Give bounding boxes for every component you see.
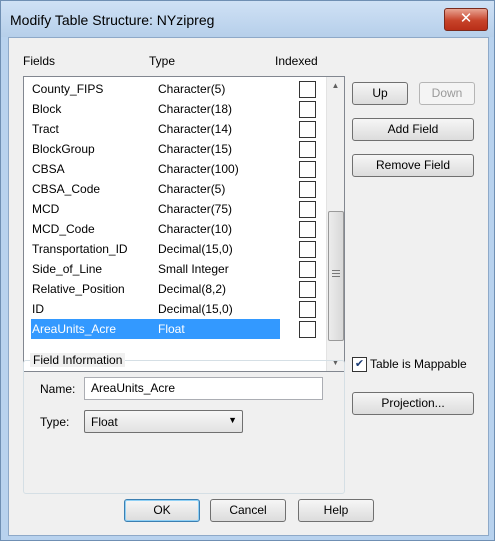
type-label: Type: [40, 415, 70, 429]
table-row[interactable]: CBSA Character(100) [24, 159, 327, 179]
remove-field-button[interactable]: Remove Field [352, 154, 474, 177]
field-name: MCD [32, 202, 60, 216]
indexed-checkbox[interactable] [299, 81, 316, 98]
projection-button[interactable]: Projection... [352, 392, 474, 415]
scroll-thumb[interactable] [328, 211, 344, 341]
table-row[interactable]: Block Character(18) [24, 99, 327, 119]
field-name: CBSA_Code [32, 182, 101, 196]
help-button[interactable]: Help [298, 499, 374, 522]
field-type: Character(75) [158, 202, 233, 216]
field-name: Block [32, 102, 62, 116]
indexed-checkbox[interactable] [299, 161, 316, 178]
field-type: Character(18) [158, 102, 233, 116]
chevron-down-icon: ▼ [228, 415, 237, 425]
field-name: County_FIPS [32, 82, 104, 96]
indexed-checkbox[interactable] [299, 101, 316, 118]
name-label: Name: [40, 382, 76, 396]
table-row[interactable]: BlockGroup Character(15) [24, 139, 327, 159]
field-name: AreaUnits_Acre [32, 322, 117, 336]
type-dropdown-value: Float [91, 415, 118, 429]
indexed-checkbox[interactable] [299, 261, 316, 278]
table-row[interactable]: MCD_Code Character(10) [24, 219, 327, 239]
table-row[interactable]: Relative_Position Decimal(8,2) [24, 279, 327, 299]
indexed-checkbox[interactable] [299, 221, 316, 238]
indexed-checkbox[interactable] [299, 241, 316, 258]
fields-listbox[interactable]: County_FIPS Character(5) Block Character(18… [23, 76, 345, 372]
title-bar[interactable]: Modify Table Structure: NYzipreg ✕ [1, 1, 494, 37]
field-type: Character(5) [158, 82, 226, 96]
table-row[interactable]: MCD Character(75) [24, 199, 327, 219]
field-type: Character(14) [158, 122, 233, 136]
field-type: Decimal(8,2) [158, 282, 227, 296]
field-information-title: Field Information [30, 353, 126, 367]
scroll-grip [332, 276, 340, 277]
field-name: Side_of_Line [32, 262, 103, 276]
table-row[interactable]: Transportation_ID Decimal(15,0) [24, 239, 327, 259]
scroll-grip [332, 273, 340, 274]
cancel-button[interactable]: Cancel [210, 499, 286, 522]
table-row[interactable]: AreaUnits_Acre Float [24, 319, 327, 339]
field-type: Small Integer [158, 262, 229, 276]
scroll-up-icon[interactable]: ▲ [327, 77, 344, 94]
fields-scrollbar[interactable]: ▲ ▼ [326, 77, 344, 371]
table-row[interactable]: Tract Character(14) [24, 119, 327, 139]
field-name: MCD_Code [32, 222, 95, 236]
field-type: Decimal(15,0) [158, 242, 233, 256]
up-button[interactable]: Up [352, 82, 408, 105]
table-row[interactable]: Side_of_Line Small Integer [24, 259, 327, 279]
dialog-window: Modify Table Structure: NYzipreg ✕ Field… [0, 0, 495, 541]
indexed-checkbox[interactable] [299, 121, 316, 138]
field-name: BlockGroup [32, 142, 95, 156]
table-row[interactable]: CBSA_Code Character(5) [24, 179, 327, 199]
indexed-checkbox[interactable] [299, 321, 316, 338]
fields-column-header: Fields [23, 54, 56, 68]
field-name: Transportation_ID [32, 242, 128, 256]
field-name: Relative_Position [32, 282, 125, 296]
type-column-header: Type [149, 54, 176, 68]
add-field-button[interactable]: Add Field [352, 118, 474, 141]
indexed-checkbox[interactable] [299, 281, 316, 298]
scroll-grip [332, 270, 340, 271]
name-input[interactable]: AreaUnits_Acre [84, 377, 323, 400]
field-type: Character(100) [158, 162, 239, 176]
close-button[interactable]: ✕ [444, 8, 488, 31]
field-type: Character(5) [158, 182, 226, 196]
window-title: Modify Table Structure: NYzipreg [10, 12, 215, 28]
field-name: Tract [32, 122, 59, 136]
field-name: ID [32, 302, 44, 316]
down-button[interactable]: Down [419, 82, 475, 105]
table-row[interactable]: County_FIPS Character(5) [24, 79, 327, 99]
indexed-checkbox[interactable] [299, 181, 316, 198]
field-name: CBSA [32, 162, 65, 176]
checkmark-icon: ✔ [354, 358, 365, 370]
field-type: Character(10) [158, 222, 233, 236]
indexed-column-header: Indexed [275, 54, 318, 68]
ok-button[interactable]: OK [124, 499, 200, 522]
mappable-checkbox[interactable]: ✔ [352, 357, 367, 372]
table-row[interactable]: ID Decimal(15,0) [24, 299, 327, 319]
type-dropdown[interactable]: Float ▼ [84, 410, 243, 433]
indexed-checkbox[interactable] [299, 201, 316, 218]
indexed-checkbox[interactable] [299, 141, 316, 158]
dialog-body: Fields Type Indexed County_FIPS Character… [8, 37, 489, 536]
indexed-checkbox[interactable] [299, 301, 316, 318]
field-type: Character(15) [158, 142, 233, 156]
field-type: Float [158, 322, 185, 336]
field-type: Decimal(15,0) [158, 302, 233, 316]
close-icon: ✕ [459, 10, 473, 27]
mappable-label: Table is Mappable [370, 357, 467, 371]
